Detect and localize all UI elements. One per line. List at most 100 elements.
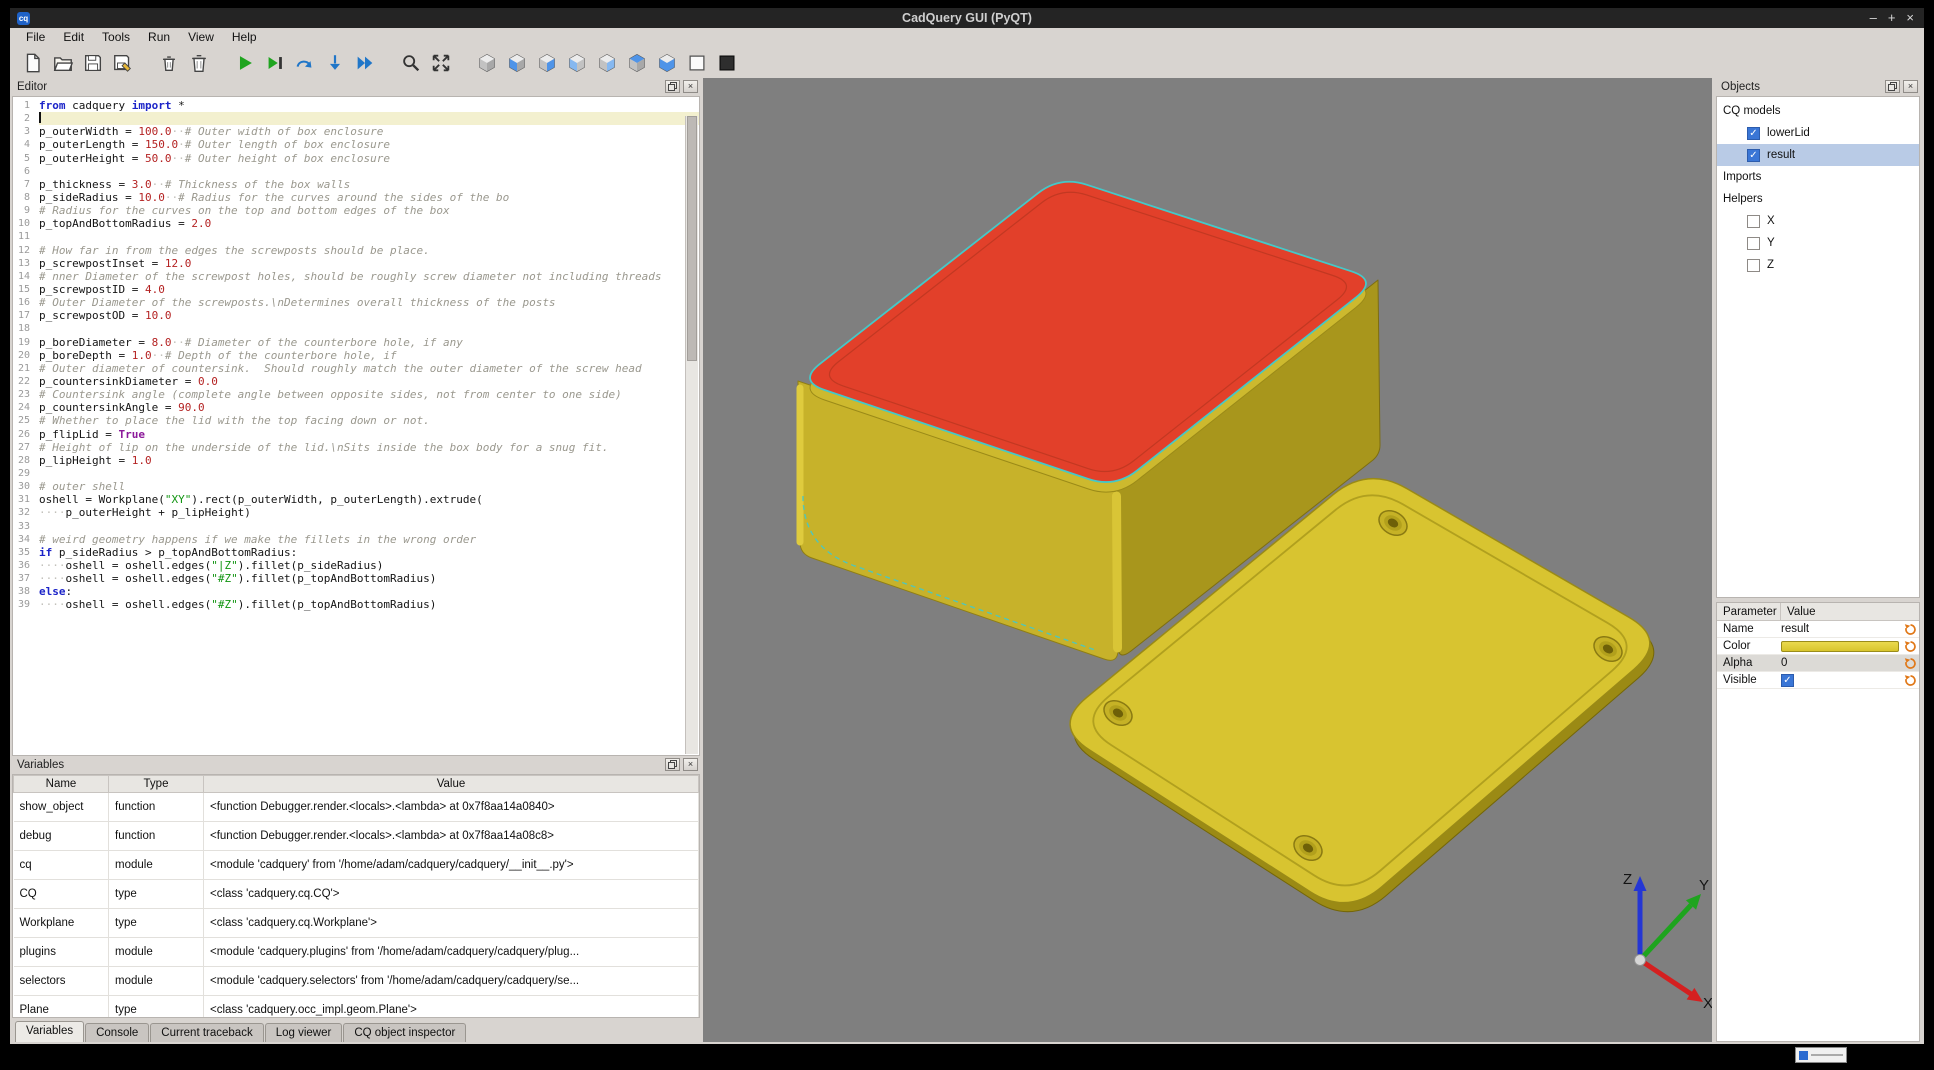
close-button[interactable]: × [1906,8,1914,28]
reset-icon[interactable] [1902,657,1919,670]
menu-help[interactable]: Help [223,28,266,47]
tab-current-traceback[interactable]: Current traceback [150,1023,263,1042]
minimize-button[interactable]: – [1870,8,1877,28]
close-panel-button[interactable]: × [683,80,698,93]
code-editor[interactable]: 1from cadquery import *23p_outerWidth = … [12,96,700,756]
visible-checkbox[interactable]: ✓ [1781,674,1794,687]
view-front-button[interactable] [502,49,532,77]
code-line[interactable]: 11 [13,230,699,243]
sidebar-item-lowerlid[interactable]: ✓lowerLid [1717,122,1919,144]
view-bottom-button[interactable] [652,49,682,77]
code-line[interactable]: 24p_countersinkAngle = 90.0 [13,401,699,414]
code-line[interactable]: 25# Whether to place the lid with the to… [13,414,699,427]
close-panel-button[interactable]: × [683,758,698,771]
table-row[interactable]: cqmodule<module 'cadquery' from '/home/a… [14,851,699,880]
table-row[interactable]: show_objectfunction<function Debugger.re… [14,793,699,822]
code-line[interactable]: 3p_outerWidth = 100.0··# Outer width of … [13,125,699,138]
clear-console-button[interactable] [154,49,184,77]
menu-view[interactable]: View [179,28,223,47]
code-line[interactable]: 15p_screwpostID = 4.0 [13,283,699,296]
view-left-button[interactable] [562,49,592,77]
step-over-button[interactable] [290,49,320,77]
code-line[interactable]: 5p_outerHeight = 50.0··# Outer height of… [13,152,699,165]
zoom-button[interactable] [396,49,426,77]
tab-cq-object-inspector[interactable]: CQ object inspector [343,1023,466,1042]
checkbox[interactable] [1747,237,1760,250]
menu-edit[interactable]: Edit [54,28,93,47]
tab-console[interactable]: Console [85,1023,149,1042]
checkbox[interactable]: ✓ [1747,127,1760,140]
code-line[interactable]: 29 [13,467,699,480]
code-line[interactable]: 35if p_sideRadius > p_topAndBottomRadius… [13,546,699,559]
fit-all-button[interactable] [426,49,456,77]
code-line[interactable]: 30# outer shell [13,480,699,493]
continue-button[interactable] [350,49,380,77]
float-panel-button[interactable] [665,80,680,93]
view-top-button[interactable] [622,49,652,77]
table-row[interactable]: selectorsmodule<module 'cadquery.selecto… [14,967,699,996]
code-line[interactable]: 26p_flipLid = True [13,428,699,441]
color-swatch[interactable] [1781,641,1899,652]
scrollbar-thumb[interactable] [687,116,697,361]
code-line[interactable]: 14# nner Diameter of the screwpost holes… [13,270,699,283]
menu-run[interactable]: Run [139,28,179,47]
sidebar-item-x[interactable]: X [1717,210,1919,232]
maximize-button[interactable]: + [1888,8,1896,28]
code-line[interactable]: 32····p_outerHeight + p_lipHeight) [13,506,699,519]
step-into-button[interactable] [320,49,350,77]
code-line[interactable]: 39····oshell = oshell.edges("#Z").fillet… [13,598,699,611]
code-line[interactable]: 22p_countersinkDiameter = 0.0 [13,375,699,388]
checkbox[interactable]: ✓ [1747,149,1760,162]
checkbox[interactable] [1747,215,1760,228]
code-line[interactable]: 36····oshell = oshell.edges("|Z").fillet… [13,559,699,572]
reset-icon[interactable] [1902,623,1919,636]
new-file-button[interactable] [18,49,48,77]
sidebar-item-result[interactable]: ✓result [1717,144,1919,166]
sidebar-item-imports[interactable]: Imports [1717,166,1919,188]
table-row[interactable]: debugfunction<function Debugger.render.<… [14,822,699,851]
debug-button[interactable] [260,49,290,77]
column-header-type[interactable]: Type [109,776,204,793]
3d-viewport[interactable]: Z Y X [703,78,1712,1042]
code-line[interactable]: 17p_screwpostOD = 10.0 [13,309,699,322]
menu-tools[interactable]: Tools [93,28,139,47]
code-line[interactable]: 10p_topAndBottomRadius = 2.0 [13,217,699,230]
reset-icon[interactable] [1902,674,1919,687]
param-row-name[interactable]: Nameresult [1717,621,1919,638]
close-panel-button[interactable]: × [1903,80,1918,93]
float-panel-button[interactable] [665,758,680,771]
param-row-color[interactable]: Color [1717,638,1919,655]
table-row[interactable]: pluginsmodule<module 'cadquery.plugins' … [14,938,699,967]
code-line[interactable]: 7p_thickness = 3.0··# Thickness of the b… [13,178,699,191]
column-header-name[interactable]: Name [14,776,109,793]
table-row[interactable]: Workplanetype<class 'cadquery.cq.Workpla… [14,909,699,938]
code-line[interactable]: 28p_lipHeight = 1.0 [13,454,699,467]
code-line[interactable]: 6 [13,165,699,178]
code-line[interactable]: 9# Radius for the curves on the top and … [13,204,699,217]
reset-icon[interactable] [1902,640,1919,653]
code-line[interactable]: 1from cadquery import * [13,99,699,112]
view-back-button[interactable] [532,49,562,77]
code-line[interactable]: 13p_screwpostInset = 12.0 [13,257,699,270]
code-line[interactable]: 33 [13,520,699,533]
save-button[interactable] [78,49,108,77]
menu-file[interactable]: File [17,28,54,47]
code-line[interactable]: 37····oshell = oshell.edges("#Z").fillet… [13,572,699,585]
table-row[interactable]: CQtype<class 'cadquery.cq.CQ'> [14,880,699,909]
save-as-button[interactable] [108,49,138,77]
tab-variables[interactable]: Variables [15,1021,84,1042]
checkbox[interactable] [1747,259,1760,272]
code-line[interactable]: 27# Height of lip on the underside of th… [13,441,699,454]
tab-log-viewer[interactable]: Log viewer [265,1023,343,1042]
param-row-visible[interactable]: Visible✓ [1717,672,1919,689]
sidebar-item-helpers[interactable]: Helpers [1717,188,1919,210]
float-panel-button[interactable] [1885,80,1900,93]
view-right-button[interactable] [592,49,622,77]
code-line[interactable]: 18 [13,322,699,335]
code-line[interactable]: 34# weird geometry happens if we make th… [13,533,699,546]
code-line[interactable]: 20p_boreDepth = 1.0··# Depth of the coun… [13,349,699,362]
display-shaded-button[interactable] [712,49,742,77]
code-line[interactable]: 8p_sideRadius = 10.0··# Radius for the c… [13,191,699,204]
run-button[interactable] [230,49,260,77]
editor-scrollbar[interactable] [685,116,698,754]
